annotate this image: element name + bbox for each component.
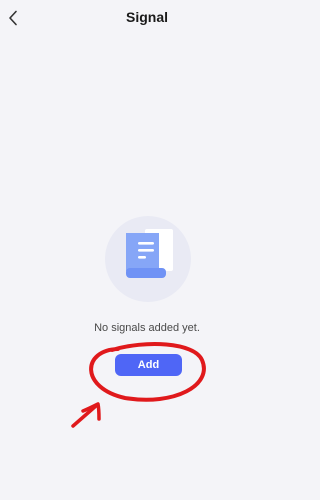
page-title: Signal bbox=[125, 9, 168, 25]
document-scroll-icon bbox=[105, 216, 191, 302]
empty-state-message: No signals added yet. bbox=[94, 322, 200, 334]
add-button[interactable]: Add bbox=[115, 354, 182, 376]
navigation-bar: Signal bbox=[0, 0, 294, 36]
